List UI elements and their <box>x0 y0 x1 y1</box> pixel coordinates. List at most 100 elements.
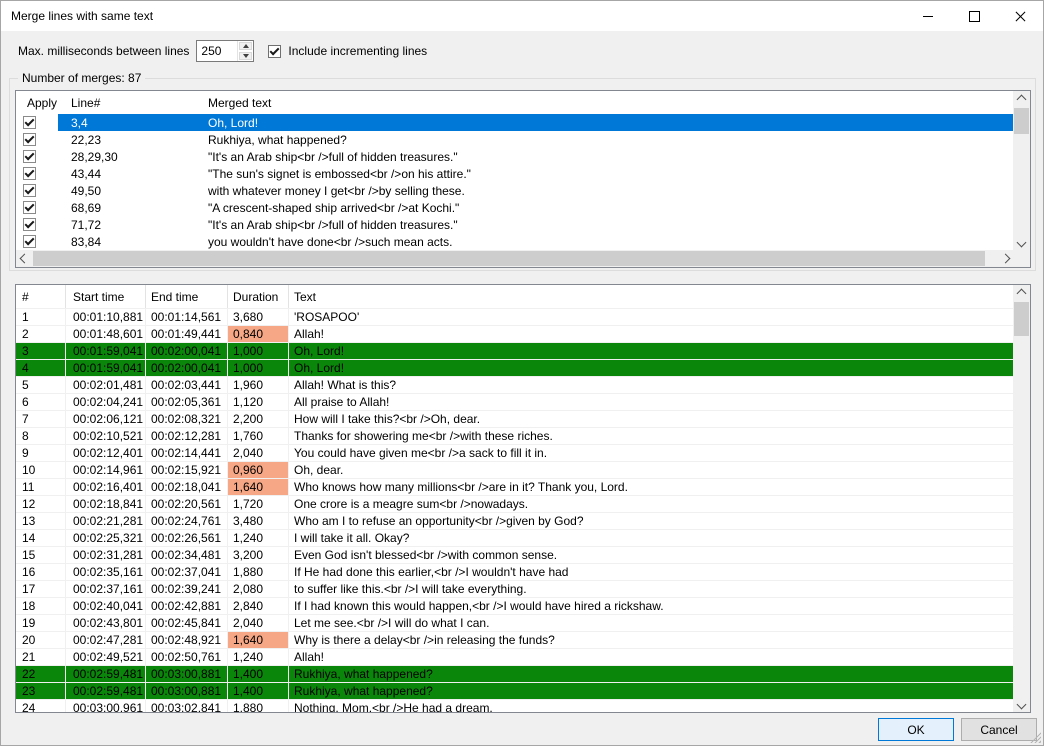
subtitle-row[interactable]: 2400:03:00,96100:03:02,8411,880Nothing, … <box>16 700 1013 713</box>
column-header-line-numbers[interactable]: Line# <box>58 91 192 114</box>
scroll-down-button[interactable] <box>1013 696 1030 712</box>
maximize-button[interactable] <box>951 1 997 31</box>
subtitle-row[interactable]: 800:02:10,52100:02:12,2811,760Thanks for… <box>16 428 1013 445</box>
scrollbar-thumb[interactable] <box>1014 108 1029 134</box>
minimize-icon <box>923 16 933 17</box>
merge-list-vertical-scrollbar[interactable] <box>1013 91 1030 250</box>
merge-row[interactable]: 83,84you wouldn't have done<br />such me… <box>16 233 1013 250</box>
merge-row[interactable]: 22,23Rukhiya, what happened? <box>16 131 1013 148</box>
end-time: 00:02:00,041 <box>146 343 228 359</box>
column-header-apply[interactable]: Apply <box>16 91 58 114</box>
apply-checkbox[interactable] <box>23 150 36 163</box>
subtitle-row[interactable]: 600:02:04,24100:02:05,3611,120All praise… <box>16 394 1013 411</box>
minimize-button[interactable] <box>905 1 951 31</box>
start-time: 00:02:35,161 <box>66 564 146 580</box>
apply-checkbox[interactable] <box>23 184 36 197</box>
subtitle-row[interactable]: 1100:02:16,40100:02:18,0411,640Who knows… <box>16 479 1013 496</box>
scroll-up-button[interactable] <box>1013 285 1030 301</box>
subtitle-row[interactable]: 2100:02:49,52100:02:50,7611,240Allah! <box>16 649 1013 666</box>
merge-row[interactable]: 43,44"The sun's signet is embossed<br />… <box>16 165 1013 182</box>
row-number: 12 <box>16 496 66 512</box>
apply-checkbox[interactable] <box>23 167 36 180</box>
cancel-button[interactable]: Cancel <box>961 718 1037 741</box>
subtitle-row[interactable]: 2300:02:59,48100:03:00,8811,400Rukhiya, … <box>16 683 1013 700</box>
merge-row[interactable]: 3,4Oh, Lord! <box>16 114 1013 131</box>
start-time: 00:02:10,521 <box>66 428 146 444</box>
apply-cell <box>16 216 58 233</box>
duration: 1,880 <box>228 564 289 580</box>
check-icon <box>25 236 35 246</box>
chevron-down-icon <box>1017 699 1027 709</box>
apply-checkbox[interactable] <box>23 116 36 129</box>
subtitle-row[interactable]: 2200:02:59,48100:03:00,8811,400Rukhiya, … <box>16 666 1013 683</box>
stepper-down-button[interactable] <box>239 52 252 60</box>
subtitle-list-vertical-scrollbar[interactable] <box>1013 285 1030 712</box>
column-header-merged-text[interactable]: Merged text <box>192 91 1013 114</box>
subtitle-row[interactable]: 300:01:59,04100:02:00,0411,000Oh, Lord! <box>16 343 1013 360</box>
subtitle-row[interactable]: 1000:02:14,96100:02:15,9210,960Oh, dear. <box>16 462 1013 479</box>
close-button[interactable] <box>997 1 1043 31</box>
include-incrementing-checkbox[interactable] <box>268 45 281 58</box>
resize-grip[interactable] <box>1029 731 1041 743</box>
stepper-up-button[interactable] <box>239 42 252 50</box>
merge-list-horizontal-scrollbar[interactable] <box>16 250 1013 267</box>
column-header-text[interactable]: Text <box>289 285 1013 308</box>
subtitle-row[interactable]: 1300:02:21,28100:02:24,7613,480Who am I … <box>16 513 1013 530</box>
subtitle-list-header: # Start time End time Duration Text <box>16 285 1013 309</box>
duration: 1,000 <box>228 343 289 359</box>
duration: 3,480 <box>228 513 289 529</box>
apply-checkbox[interactable] <box>23 201 36 214</box>
max-ms-input[interactable] <box>197 41 237 61</box>
duration: 0,840 <box>228 326 289 342</box>
start-time: 00:02:06,121 <box>66 411 146 427</box>
subtitle-row[interactable]: 700:02:06,12100:02:08,3212,200How will I… <box>16 411 1013 428</box>
subtitle-row[interactable]: 200:01:48,60100:01:49,4410,840Allah! <box>16 326 1013 343</box>
merge-row[interactable]: 68,69"A crescent-shaped ship arrived<br … <box>16 199 1013 216</box>
duration: 1,400 <box>228 683 289 699</box>
start-time: 00:01:10,881 <box>66 309 146 325</box>
merge-row[interactable]: 28,29,30"It's an Arab ship<br />full of … <box>16 148 1013 165</box>
end-time: 00:03:00,881 <box>146 683 228 699</box>
subtitle-row[interactable]: 1200:02:18,84100:02:20,5611,720One crore… <box>16 496 1013 513</box>
scroll-down-button[interactable] <box>1013 234 1030 250</box>
merged-text: "A crescent-shaped ship arrived<br />at … <box>192 199 1013 216</box>
scroll-left-button[interactable] <box>16 250 32 267</box>
row-number: 23 <box>16 683 66 699</box>
subtitle-row[interactable]: 500:02:01,48100:02:03,4411,960Allah! Wha… <box>16 377 1013 394</box>
column-header-number[interactable]: # <box>16 285 66 308</box>
apply-checkbox[interactable] <box>23 133 36 146</box>
merge-row[interactable]: 71,72"It's an Arab ship<br />full of hid… <box>16 216 1013 233</box>
include-incrementing-label: Include incrementing lines <box>288 44 427 58</box>
merge-row[interactable]: 49,50with whatever money I get<br />by s… <box>16 182 1013 199</box>
start-time: 00:02:25,321 <box>66 530 146 546</box>
scrollbar-thumb[interactable] <box>33 251 985 266</box>
column-header-start-time[interactable]: Start time <box>66 285 146 308</box>
scrollbar-thumb[interactable] <box>1014 302 1029 336</box>
subtitle-text: Who am I to refuse an opportunity<br />g… <box>289 513 1013 529</box>
max-ms-stepper[interactable] <box>196 40 254 62</box>
column-header-duration[interactable]: Duration <box>228 285 289 308</box>
apply-checkbox[interactable] <box>23 235 36 248</box>
row-number: 20 <box>16 632 66 648</box>
subtitle-row[interactable]: 900:02:12,40100:02:14,4412,040You could … <box>16 445 1013 462</box>
merged-text: Oh, Lord! <box>192 114 1013 131</box>
ok-button[interactable]: OK <box>878 718 954 741</box>
end-time: 00:02:03,441 <box>146 377 228 393</box>
subtitle-row[interactable]: 1900:02:43,80100:02:45,8412,040Let me se… <box>16 615 1013 632</box>
subtitle-row[interactable]: 1500:02:31,28100:02:34,4813,200Even God … <box>16 547 1013 564</box>
row-number: 17 <box>16 581 66 597</box>
apply-checkbox[interactable] <box>23 218 36 231</box>
subtitle-row[interactable]: 1600:02:35,16100:02:37,0411,880If He had… <box>16 564 1013 581</box>
subtitle-row[interactable]: 100:01:10,88100:01:14,5613,680'ROSAPOO' <box>16 309 1013 326</box>
subtitle-row[interactable]: 2000:02:47,28100:02:48,9211,640Why is th… <box>16 632 1013 649</box>
subtitle-row[interactable]: 1700:02:37,16100:02:39,2412,080to suffer… <box>16 581 1013 598</box>
start-time: 00:02:04,241 <box>66 394 146 410</box>
subtitle-row[interactable]: 1400:02:25,32100:02:26,5611,240I will ta… <box>16 530 1013 547</box>
column-header-end-time[interactable]: End time <box>146 285 228 308</box>
end-time: 00:02:18,041 <box>146 479 228 495</box>
subtitle-row[interactable]: 1800:02:40,04100:02:42,8812,840If I had … <box>16 598 1013 615</box>
max-ms-label: Max. milliseconds between lines <box>18 44 189 58</box>
subtitle-row[interactable]: 400:01:59,04100:02:00,0411,000Oh, Lord! <box>16 360 1013 377</box>
scroll-right-button[interactable] <box>997 250 1013 267</box>
scroll-up-button[interactable] <box>1013 91 1030 107</box>
